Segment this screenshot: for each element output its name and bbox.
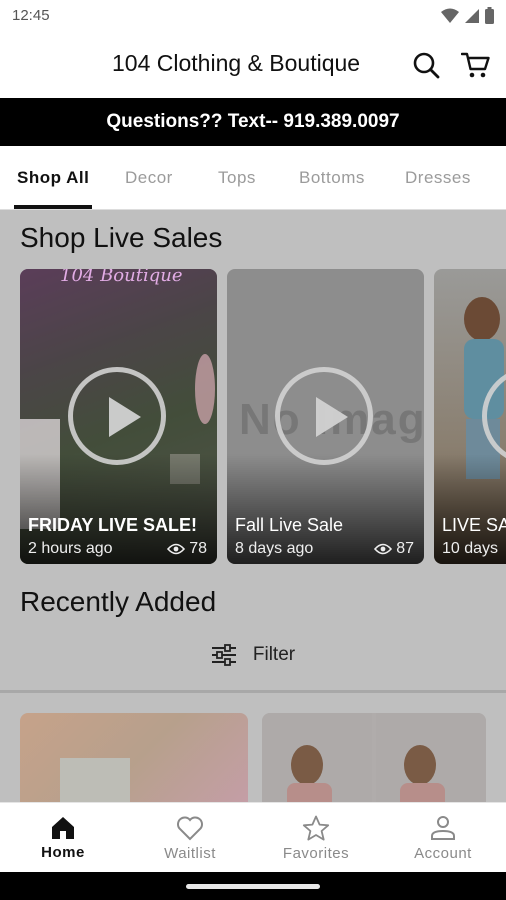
main-content: Shop Live Sales 104 Boutique FRIDAY LIVE… [0, 210, 506, 802]
filter-button[interactable]: Filter [0, 635, 506, 675]
wifi-icon [441, 8, 459, 23]
category-tabs: Shop All Decor Tops Bottoms Dresses [0, 146, 506, 210]
filter-label: Filter [252, 644, 296, 665]
views-count: 87 [396, 540, 414, 557]
tab-tops[interactable]: Tops [218, 146, 256, 209]
play-button[interactable] [68, 367, 166, 465]
product-image [262, 713, 486, 802]
play-icon [109, 397, 141, 437]
card-views: 78 [167, 540, 207, 558]
active-tab-indicator [14, 205, 92, 209]
app-header: 104 Clothing & Boutique [0, 32, 506, 98]
live-sales-title: Shop Live Sales [20, 222, 223, 253]
live-sale-card[interactable]: LIVE SA 10 days [434, 269, 506, 564]
svg-text:104 Boutique: 104 Boutique [60, 269, 183, 286]
tab-dresses[interactable]: Dresses [405, 146, 471, 209]
card-time: 2 hours ago [28, 540, 113, 557]
tab-bottoms[interactable]: Bottoms [299, 146, 365, 209]
banner-text: Questions?? Text-- 919.389.0097 [106, 111, 400, 132]
system-gesture-bar [0, 872, 506, 900]
card-title: FRIDAY LIVE SALE! [28, 515, 198, 535]
play-button[interactable] [275, 367, 373, 465]
filter-sliders-icon [211, 644, 236, 666]
card-title: LIVE SA [442, 515, 506, 535]
star-icon [302, 815, 330, 840]
card-views: 87 [374, 540, 414, 558]
contact-banner[interactable]: Questions?? Text-- 919.389.0097 [0, 98, 506, 146]
home-gesture-handle[interactable] [186, 884, 320, 889]
section-divider [0, 690, 506, 693]
recently-added-title: Recently Added [20, 586, 217, 617]
eye-icon [374, 543, 393, 555]
product-card[interactable] [262, 713, 486, 802]
tab-shop-all[interactable]: Shop All [17, 146, 89, 209]
search-button[interactable] [410, 49, 442, 81]
heart-icon [177, 816, 203, 840]
signal-icon [465, 8, 479, 23]
status-time: 12:45 [12, 7, 50, 24]
nav-account[interactable]: Account [380, 803, 506, 873]
card-time: 8 days ago [235, 540, 314, 557]
product-card[interactable] [20, 713, 248, 802]
play-icon [316, 397, 348, 437]
card-title: Fall Live Sale [235, 515, 344, 535]
home-icon [52, 816, 74, 839]
live-sale-card[interactable]: No Image Fall Live Sale 8 days ago 87 [227, 269, 424, 564]
card-time: 10 days [442, 540, 499, 557]
battery-icon [485, 7, 494, 24]
nav-waitlist[interactable]: Waitlist [127, 803, 253, 873]
store-title: 104 Clothing & Boutique [112, 50, 361, 76]
bottom-nav: Home Waitlist Favorites Account [0, 802, 506, 872]
nav-home[interactable]: Home [0, 803, 126, 873]
views-count: 78 [189, 540, 207, 557]
nav-favorites[interactable]: Favorites [253, 803, 379, 873]
tab-decor[interactable]: Decor [125, 146, 173, 209]
account-icon [431, 815, 455, 840]
product-image [60, 758, 130, 802]
status-bar: 12:45 [0, 0, 506, 32]
status-icons [441, 7, 494, 24]
cart-button[interactable] [460, 49, 492, 81]
eye-icon [167, 543, 186, 555]
live-sale-card[interactable]: 104 Boutique FRIDAY LIVE SALE! 2 hours a… [20, 269, 217, 564]
cart-icon [461, 52, 490, 78]
search-icon [413, 52, 440, 79]
